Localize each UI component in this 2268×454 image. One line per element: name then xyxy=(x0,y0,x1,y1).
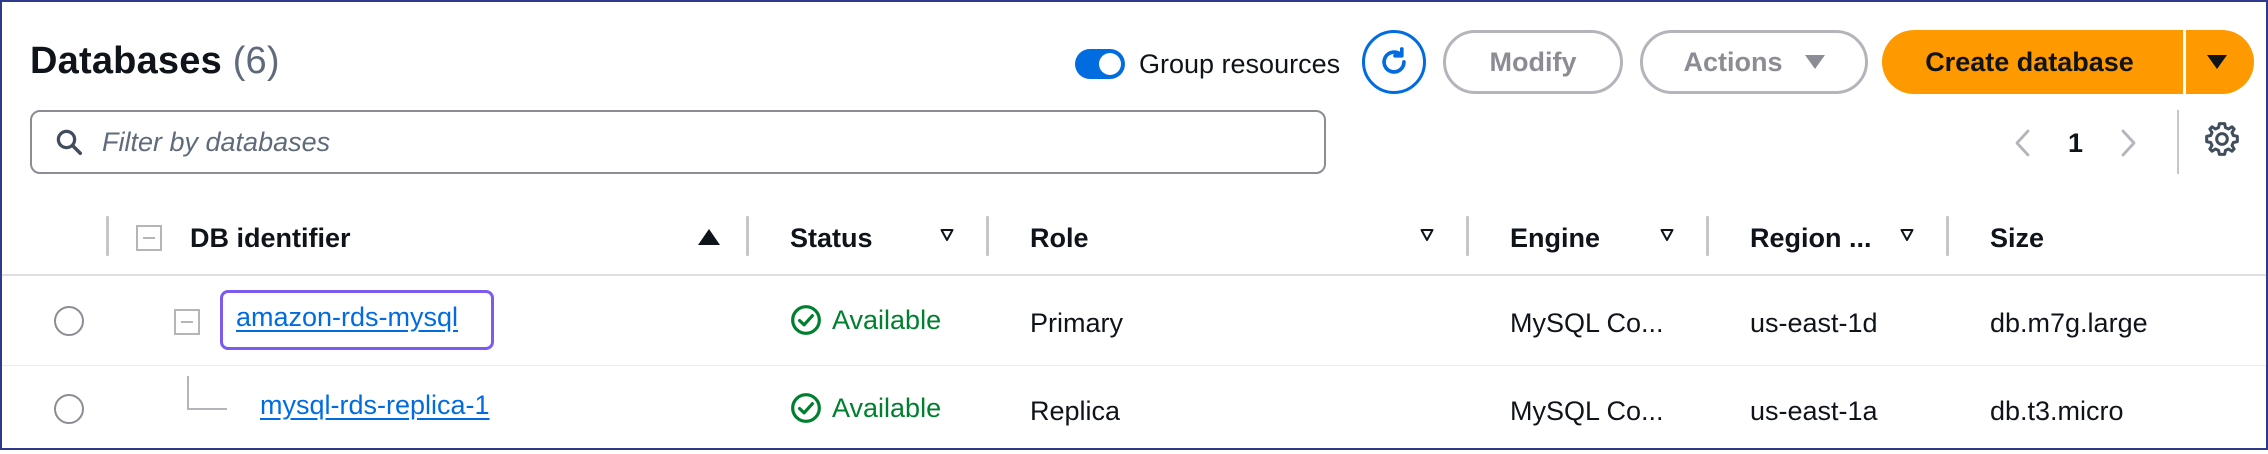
column-divider[interactable] xyxy=(1706,216,1709,256)
page-title-text: Databases xyxy=(30,40,222,82)
table-row: mysql-rds-replica-1 Available Replica My… xyxy=(2,366,2266,454)
chevron-right-icon xyxy=(2121,129,2136,157)
previous-page-button[interactable] xyxy=(2012,128,2034,158)
check-circle-icon xyxy=(791,305,821,335)
column-divider[interactable] xyxy=(746,216,749,256)
create-database-dropdown[interactable] xyxy=(2186,30,2254,94)
column-header-size[interactable]: Size xyxy=(1990,202,2044,274)
table-preferences-button[interactable] xyxy=(2202,119,2242,159)
group-resources-label: Group resources xyxy=(1139,48,1341,79)
create-database-button[interactable]: Create database xyxy=(1882,30,2183,94)
column-header-engine[interactable]: Engine xyxy=(1510,202,1600,274)
column-label: Status xyxy=(790,222,873,253)
engine-cell: MySQL Co... xyxy=(1510,308,1664,338)
sort-descending-icon[interactable] xyxy=(1660,228,1674,242)
modify-button[interactable]: Modify xyxy=(1443,30,1623,94)
refresh-icon xyxy=(1382,47,1406,74)
role-cell: Primary xyxy=(1030,308,1123,338)
column-header-region[interactable]: Region ... xyxy=(1750,202,1872,274)
database-count: (6) xyxy=(232,40,280,82)
page-title: Databases (6) xyxy=(30,40,280,83)
rds-databases-panel: Databases (6) Group resources Modify Act… xyxy=(0,0,2268,450)
region-cell: us-east-1a xyxy=(1750,396,1878,426)
column-header-role[interactable]: Role xyxy=(1030,202,1089,274)
create-database-split-button: Create database xyxy=(1882,30,2254,94)
status-text: Available xyxy=(832,304,942,335)
db-identifier-link[interactable]: amazon-rds-mysql xyxy=(236,302,458,333)
search-icon xyxy=(54,127,84,157)
next-page-button[interactable] xyxy=(2117,128,2139,158)
row-select-radio[interactable] xyxy=(54,306,84,336)
status-available: Available xyxy=(790,304,941,336)
toggle-knob xyxy=(1099,53,1121,75)
db-identifier-link[interactable]: mysql-rds-replica-1 xyxy=(260,390,490,421)
column-label: Role xyxy=(1030,222,1089,253)
check-circle-icon xyxy=(791,393,821,423)
actions-button[interactable]: Actions xyxy=(1640,30,1868,94)
settings-icon xyxy=(2205,122,2239,156)
collapse-group-icon[interactable] xyxy=(174,309,200,335)
region-cell: us-east-1d xyxy=(1750,308,1878,338)
column-label: Region ... xyxy=(1750,222,1872,253)
chevron-left-icon xyxy=(2015,129,2030,157)
create-database-label: Create database xyxy=(1925,46,2134,77)
size-cell: db.m7g.large xyxy=(1990,308,2148,338)
column-header-db-identifier[interactable]: DB identifier xyxy=(190,202,351,274)
caret-down-icon xyxy=(2207,55,2227,69)
column-divider[interactable] xyxy=(1466,216,1469,256)
row-select-radio[interactable] xyxy=(54,394,84,424)
table-row: amazon-rds-mysql Available Primary MySQL… xyxy=(2,278,2266,366)
column-divider[interactable] xyxy=(986,216,989,256)
current-page-number[interactable]: 1 xyxy=(2068,128,2083,159)
sort-descending-icon[interactable] xyxy=(940,228,954,242)
status-available: Available xyxy=(790,392,941,424)
sort-descending-icon[interactable] xyxy=(1420,228,1434,242)
column-label: Size xyxy=(1990,222,2045,253)
refresh-button[interactable] xyxy=(1362,30,1426,94)
caret-down-icon xyxy=(1804,55,1825,69)
actions-label: Actions xyxy=(1683,46,1783,77)
sort-ascending-icon[interactable] xyxy=(698,229,720,245)
table-header: DB identifier Status Role Engine Region … xyxy=(2,202,2266,276)
sort-descending-icon[interactable] xyxy=(1900,228,1914,242)
collapse-all-icon[interactable] xyxy=(136,225,162,251)
modify-label: Modify xyxy=(1489,46,1577,77)
filter-input[interactable] xyxy=(102,126,1324,158)
size-cell: db.t3.micro xyxy=(1990,396,2124,426)
column-label: DB identifier xyxy=(190,222,351,253)
group-resources-toggle[interactable]: Group resources xyxy=(1075,42,1340,86)
toggle-switch[interactable] xyxy=(1075,49,1125,79)
filter-databases-field[interactable] xyxy=(30,110,1326,174)
column-header-status[interactable]: Status xyxy=(790,202,873,274)
pagination: 1 xyxy=(2012,118,2139,168)
engine-cell: MySQL Co... xyxy=(1510,396,1664,426)
pagination-divider xyxy=(2177,110,2179,174)
panel-header: Databases (6) Group resources Modify Act… xyxy=(2,2,2266,122)
column-divider[interactable] xyxy=(1946,216,1949,256)
status-text: Available xyxy=(832,392,942,423)
column-divider xyxy=(106,216,109,256)
column-label: Engine xyxy=(1510,222,1601,253)
role-cell: Replica xyxy=(1030,396,1121,426)
